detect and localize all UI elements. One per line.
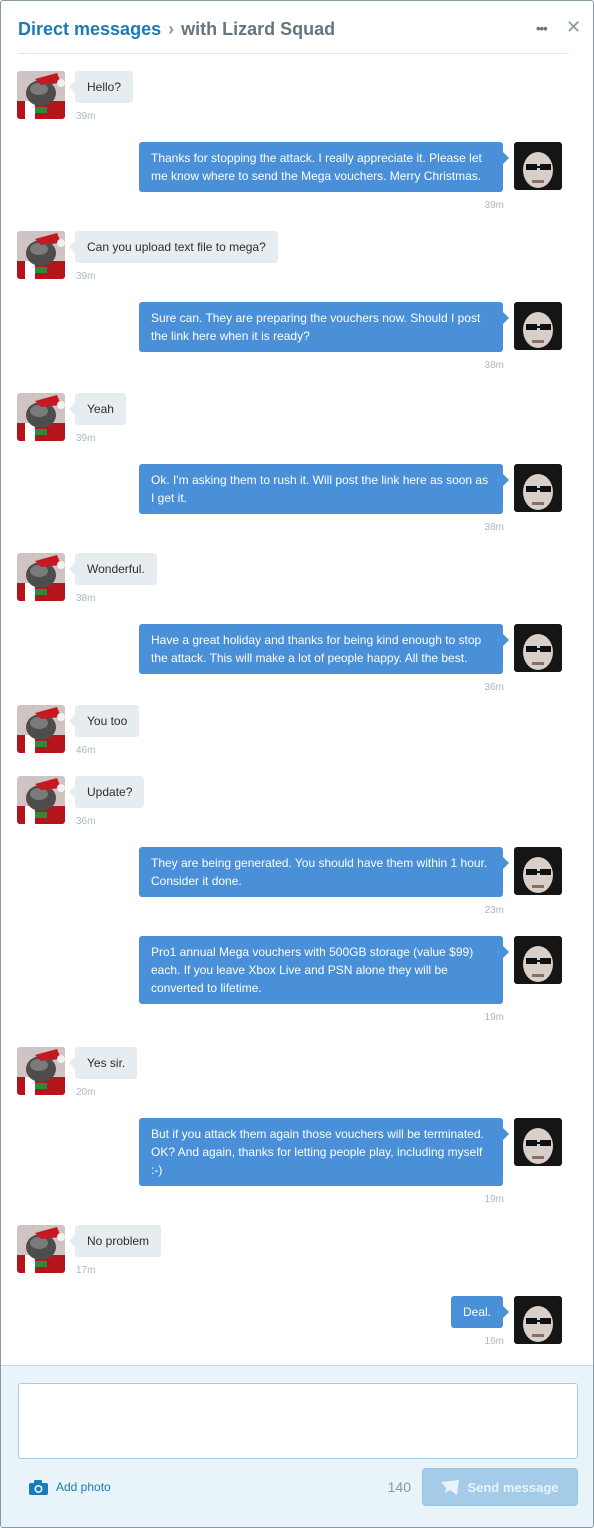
message-timestamp: 39m xyxy=(76,271,96,282)
dialog-title: Direct messages › with Lizard Squad xyxy=(18,18,335,40)
message-timestamp: 16m xyxy=(484,1336,504,1347)
direct-messages-link[interactable]: Direct messages xyxy=(18,19,161,39)
message-composer: Add photo 140 Send message xyxy=(1,1365,593,1527)
message-bubble: No problem xyxy=(68,1225,162,1257)
message-bubble: Thanks for stopping the attack. I really… xyxy=(139,142,509,192)
avatar-lizard-squad[interactable] xyxy=(17,1225,65,1273)
message-timestamp: 38m xyxy=(484,522,504,533)
message-bubble: But if you attack them again those vouch… xyxy=(139,1118,509,1186)
avatar-lizard-squad[interactable] xyxy=(17,71,65,119)
avatar-kim-dotcom[interactable] xyxy=(514,1118,562,1166)
message-bubble: Deal. xyxy=(450,1296,510,1328)
conversation-name: with Lizard Squad xyxy=(181,19,336,39)
avatar-kim-dotcom[interactable] xyxy=(514,624,562,672)
message-bubble: Yeah xyxy=(69,393,126,425)
avatar-lizard-squad[interactable] xyxy=(17,231,65,279)
message-bubble: Hello? xyxy=(68,71,134,103)
camera-icon xyxy=(29,1479,48,1495)
message-timestamp: 20m xyxy=(76,1087,96,1098)
avatar-kim-dotcom[interactable] xyxy=(514,847,562,895)
message-input[interactable] xyxy=(18,1383,578,1459)
avatar-lizard-squad[interactable] xyxy=(17,705,65,753)
avatar-lizard-squad[interactable] xyxy=(17,776,65,824)
message-bubble: Pro1 annual Mega vouchers with 500GB sto… xyxy=(139,936,509,1004)
header-divider xyxy=(18,53,569,54)
avatar-kim-dotcom[interactable] xyxy=(514,1296,562,1344)
avatar-kim-dotcom[interactable] xyxy=(514,464,562,512)
avatar-lizard-squad[interactable] xyxy=(17,553,65,601)
envelope-icon xyxy=(441,1479,460,1495)
message-timestamp: 39m xyxy=(76,111,96,122)
send-message-button[interactable]: Send message xyxy=(422,1468,578,1506)
avatar-kim-dotcom[interactable] xyxy=(514,936,562,984)
message-bubble: Ok. I'm asking them to rush it. Will pos… xyxy=(139,464,509,514)
character-counter: 140 xyxy=(387,1479,411,1495)
message-timestamp: 36m xyxy=(484,682,504,693)
message-timestamp: 46m xyxy=(76,745,96,756)
message-bubble: They are being generated. You should hav… xyxy=(139,847,509,897)
message-timestamp: 38m xyxy=(76,593,96,604)
message-bubble: Sure can. They are preparing the voucher… xyxy=(139,302,509,352)
close-icon[interactable]: ✕ xyxy=(566,17,581,37)
message-timestamp: 19m xyxy=(484,1194,504,1205)
add-photo-button[interactable]: Add photo xyxy=(29,1478,111,1496)
message-bubble: Have a great holiday and thanks for bein… xyxy=(139,624,509,674)
message-timestamp: 36m xyxy=(76,816,96,827)
avatar-kim-dotcom[interactable] xyxy=(514,302,562,350)
message-timestamp: 38m xyxy=(484,360,504,371)
message-timestamp: 39m xyxy=(484,200,504,211)
add-photo-label: Add photo xyxy=(56,1480,111,1494)
dialog-header: Direct messages › with Lizard Squad ••• … xyxy=(1,1,593,55)
avatar-kim-dotcom[interactable] xyxy=(514,142,562,190)
message-bubble: Yes sir. xyxy=(68,1047,138,1079)
message-bubble: Wonderful. xyxy=(69,553,157,585)
message-thread[interactable]: Hello? 39m Thanks for stopping the attac… xyxy=(1,55,593,1365)
message-bubble: Can you upload text file to mega? xyxy=(69,231,278,263)
avatar-lizard-squad[interactable] xyxy=(17,1047,65,1095)
direct-messages-dialog: Direct messages › with Lizard Squad ••• … xyxy=(0,0,594,1528)
message-timestamp: 17m xyxy=(76,1265,96,1276)
message-timestamp: 39m xyxy=(76,433,96,444)
message-bubble: You too xyxy=(68,705,140,737)
send-message-label: Send message xyxy=(467,1479,559,1495)
message-bubble: Update? xyxy=(68,776,145,808)
message-timestamp: 23m xyxy=(484,905,504,916)
message-timestamp: 19m xyxy=(484,1012,504,1023)
breadcrumb-separator: › xyxy=(168,19,175,39)
avatar-lizard-squad[interactable] xyxy=(17,393,65,441)
more-options-icon[interactable]: ••• xyxy=(536,21,554,37)
